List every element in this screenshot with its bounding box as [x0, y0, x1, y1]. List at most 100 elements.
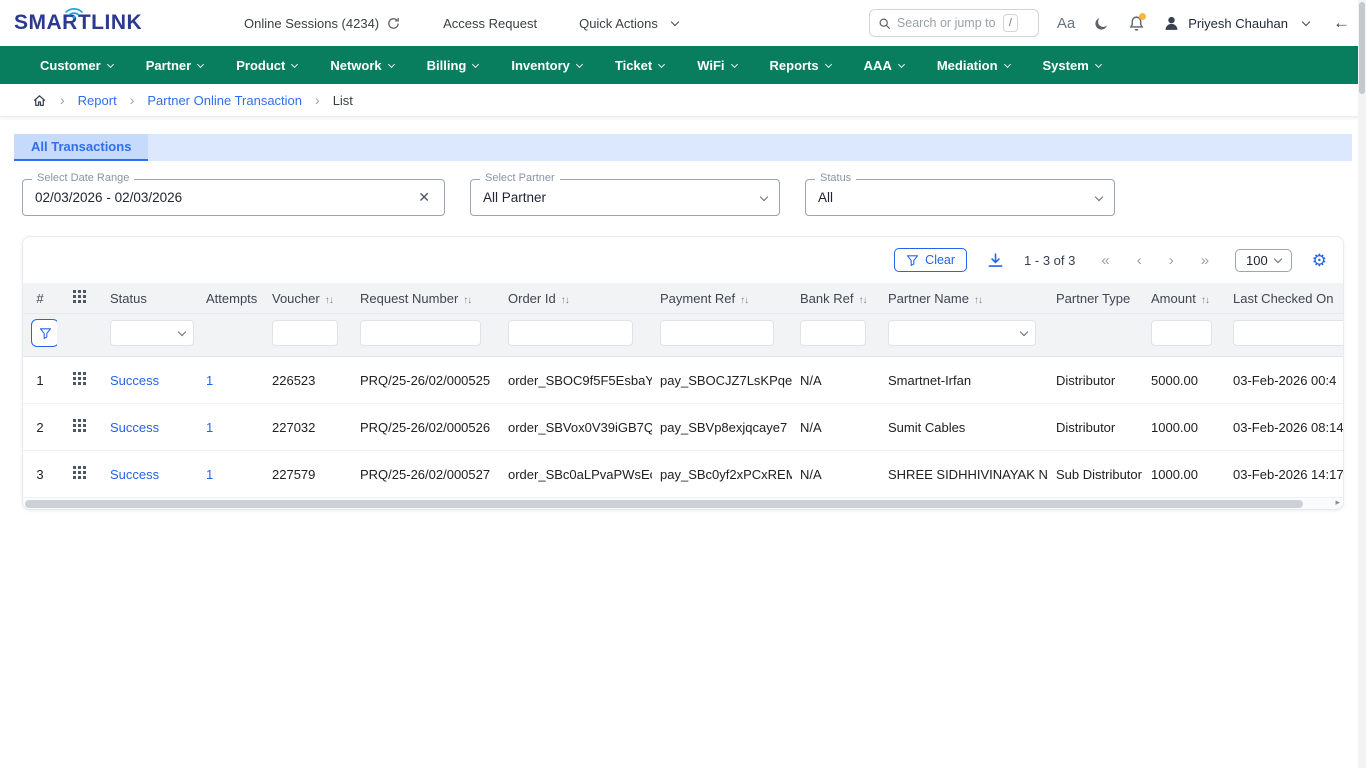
nav-item-reports[interactable]: Reports — [770, 58, 831, 73]
date-range-field[interactable]: Select Date Range 02/03/2026 - 02/03/202… — [22, 179, 445, 216]
nav-item-ticket[interactable]: Ticket — [615, 58, 664, 73]
scrollbar-thumb[interactable] — [1359, 2, 1365, 94]
sort-icon[interactable]: ↑↓ — [858, 295, 866, 306]
col-header-partner-name[interactable]: Partner Name↑↓ — [880, 283, 1048, 314]
col-header-amount[interactable]: Amount↑↓ — [1143, 283, 1225, 314]
sort-icon[interactable]: ↑↓ — [463, 295, 471, 306]
cell-bank-ref: N/A — [792, 404, 880, 451]
page-size-select[interactable]: 100 — [1235, 249, 1292, 272]
nav-item-inventory[interactable]: Inventory — [511, 58, 582, 73]
sort-icon[interactable]: ↑↓ — [974, 295, 982, 306]
quick-actions-menu[interactable]: Quick Actions — [579, 16, 678, 31]
last-checked-filter-input[interactable] — [1233, 320, 1343, 346]
nav-item-customer[interactable]: Customer — [40, 58, 113, 73]
row-grid-icon[interactable] — [73, 466, 86, 479]
status-link[interactable]: Success — [110, 467, 159, 482]
cell-bank-ref: N/A — [792, 451, 880, 498]
user-menu[interactable]: Priyesh Chauhan — [1163, 15, 1309, 32]
chevron-down-icon — [1302, 18, 1310, 26]
scrollbar-thumb[interactable] — [25, 500, 1303, 508]
online-sessions-link[interactable]: Online Sessions (4234) — [244, 16, 401, 31]
search-icon — [878, 17, 891, 30]
partner-name-filter-select[interactable] — [888, 320, 1036, 346]
top-header: SMARTLINK Online Sessions (4234) Access … — [0, 0, 1366, 46]
quick-actions-label: Quick Actions — [579, 16, 658, 31]
col-header-partner-type: Partner Type — [1048, 283, 1143, 314]
nav-item-system[interactable]: System — [1043, 58, 1101, 73]
nav-item-product[interactable]: Product — [236, 58, 297, 73]
collapse-arrow-icon[interactable]: ← — [1333, 13, 1350, 33]
attempts-link[interactable]: 1 — [206, 373, 213, 388]
col-header-index: # — [23, 283, 57, 314]
nav-item-network[interactable]: Network — [330, 58, 393, 73]
sort-icon[interactable]: ↑↓ — [325, 295, 333, 306]
column-filter-button[interactable] — [31, 319, 57, 347]
partner-select-value: All Partner — [483, 190, 754, 205]
download-icon[interactable] — [987, 252, 1004, 269]
chevron-down-icon — [671, 18, 679, 26]
pagination-range: 1 - 3 of 3 — [1024, 253, 1075, 268]
attempts-link[interactable]: 1 — [206, 467, 213, 482]
row-grid-icon[interactable] — [73, 419, 86, 432]
tab-all-transactions[interactable]: All Transactions — [14, 134, 148, 161]
nav-item-partner[interactable]: Partner — [146, 58, 204, 73]
prev-page-button[interactable]: ‹ — [1137, 252, 1142, 269]
sort-icon[interactable]: ↑↓ — [1201, 295, 1209, 306]
global-search[interactable]: / — [869, 9, 1039, 37]
order-id-filter-input[interactable] — [508, 320, 633, 346]
chevron-down-icon — [388, 60, 395, 67]
scroll-right-arrow[interactable]: ▸ — [1335, 497, 1340, 508]
first-page-button[interactable]: « — [1101, 252, 1109, 269]
header-links: Online Sessions (4234) Access Request Qu… — [244, 16, 678, 31]
breadcrumb-partner-online-transaction[interactable]: Partner Online Transaction — [147, 93, 302, 108]
payment-ref-filter-input[interactable] — [660, 320, 774, 346]
nav-item-wifi[interactable]: WiFi — [697, 58, 736, 73]
refresh-icon[interactable] — [386, 16, 401, 31]
col-header-order-id[interactable]: Order Id↑↓ — [500, 283, 652, 314]
nav-item-mediation[interactable]: Mediation — [937, 58, 1010, 73]
amount-filter-input[interactable] — [1151, 320, 1212, 346]
cell-index: 1 — [23, 357, 57, 404]
status-select[interactable]: Status All — [805, 179, 1115, 216]
chevron-down-icon — [825, 60, 832, 67]
col-header-request-number[interactable]: Request Number↑↓ — [352, 283, 500, 314]
vertical-scrollbar[interactable] — [1358, 0, 1366, 768]
col-header-bank-ref[interactable]: Bank Ref↑↓ — [792, 283, 880, 314]
voucher-filter-input[interactable] — [272, 320, 338, 346]
access-request-link[interactable]: Access Request — [443, 16, 537, 31]
breadcrumb-separator: › — [60, 92, 65, 108]
text-size-toggle[interactable]: Aa — [1057, 15, 1075, 32]
clear-filters-button[interactable]: Clear — [894, 248, 967, 272]
col-header-last-checked-on: Last Checked On — [1225, 283, 1343, 314]
chevron-down-icon — [1095, 192, 1103, 200]
search-input[interactable] — [897, 16, 997, 30]
last-page-button[interactable]: » — [1201, 252, 1209, 269]
status-link[interactable]: Success — [110, 373, 159, 388]
partner-select[interactable]: Select Partner All Partner — [470, 179, 780, 216]
cell-amount: 1000.00 — [1143, 451, 1225, 498]
next-page-button[interactable]: › — [1169, 252, 1174, 269]
row-grid-icon[interactable] — [73, 372, 86, 385]
col-header-payment-ref[interactable]: Payment Ref↑↓ — [652, 283, 792, 314]
horizontal-scrollbar[interactable]: ▸ — [23, 498, 1343, 509]
bank-ref-filter-input[interactable] — [800, 320, 866, 346]
status-link[interactable]: Success — [110, 420, 159, 435]
smartlink-logo[interactable]: SMARTLINK — [14, 11, 204, 35]
col-header-voucher[interactable]: Voucher↑↓ — [264, 283, 352, 314]
sort-icon[interactable]: ↑↓ — [740, 295, 748, 306]
cell-partner-name: Smartnet-Irfan — [880, 357, 1048, 404]
settings-gear-icon[interactable]: ⚙ — [1312, 252, 1327, 269]
home-icon[interactable] — [32, 93, 47, 108]
attempts-link[interactable]: 1 — [206, 420, 213, 435]
funnel-icon — [906, 254, 919, 267]
sort-icon[interactable]: ↑↓ — [561, 295, 569, 306]
table-row: 3 Success 1 227579 PRQ/25-26/02/000527 o… — [23, 451, 1343, 498]
nav-item-billing[interactable]: Billing — [427, 58, 479, 73]
nav-item-aaa[interactable]: AAA — [864, 58, 904, 73]
theme-icon[interactable] — [1093, 15, 1110, 32]
notifications-button[interactable] — [1128, 15, 1145, 32]
request-number-filter-input[interactable] — [360, 320, 481, 346]
breadcrumb-report[interactable]: Report — [78, 93, 117, 108]
clear-date-icon[interactable]: ✕ — [416, 189, 432, 206]
status-filter-select[interactable] — [110, 320, 194, 346]
